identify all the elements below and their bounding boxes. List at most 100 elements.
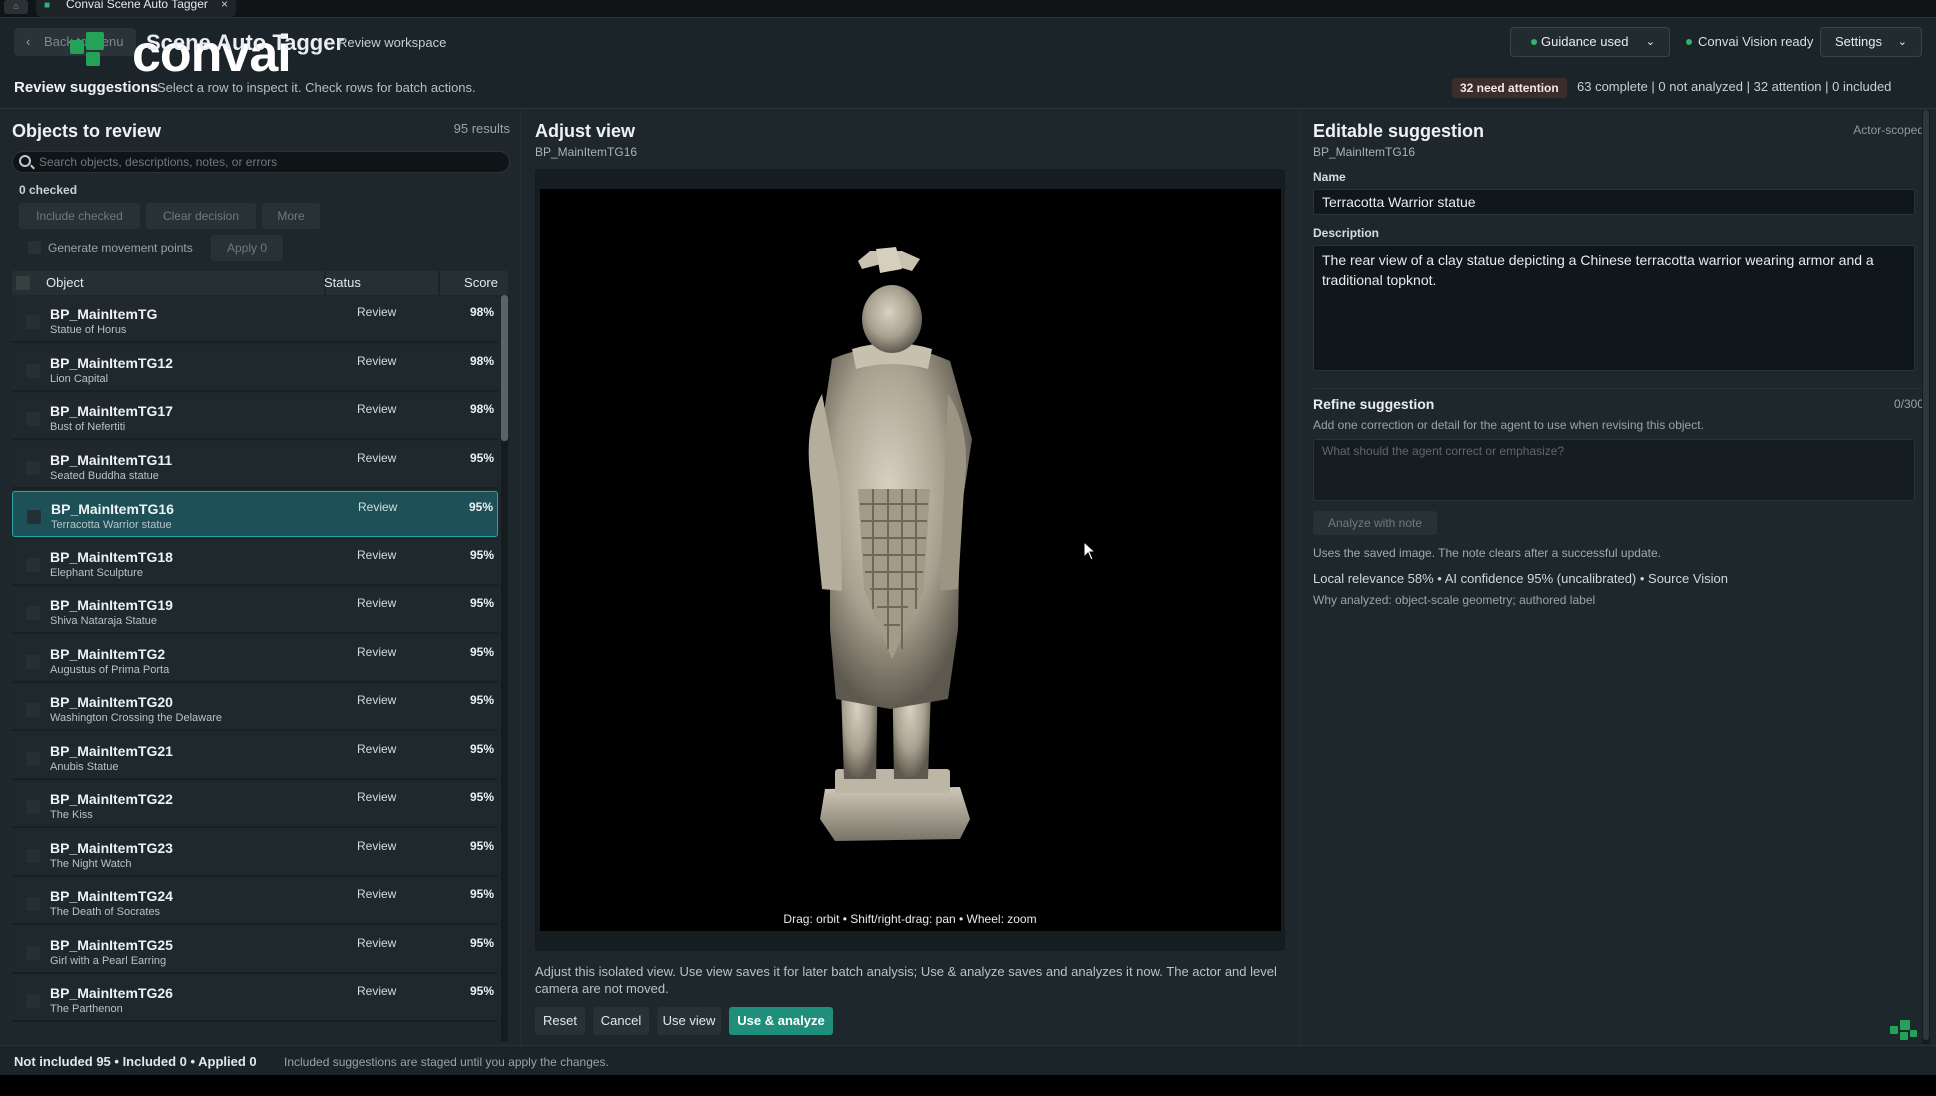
table-row[interactable]: BP_MainItemTG18 Elephant Sculpture Review 9… xyxy=(12,539,498,586)
row-checkbox[interactable] xyxy=(26,363,40,378)
search-box xyxy=(12,151,510,173)
table-row[interactable]: BP_MainItemTG11 Seated Buddha statue Revie… xyxy=(12,442,498,489)
movement-checkbox[interactable] xyxy=(28,241,41,254)
row-checkbox[interactable] xyxy=(26,751,40,766)
table-row[interactable]: BP_MainItemTG16 Terracotta Warrior statue… xyxy=(12,491,498,537)
row-checkbox[interactable] xyxy=(26,315,40,329)
row-checkbox[interactable] xyxy=(26,654,40,669)
scope-label: Actor-scoped xyxy=(1853,123,1924,137)
scrollbar-thumb[interactable] xyxy=(1923,110,1929,1040)
column-score[interactable]: Score xyxy=(440,271,500,295)
table-row[interactable]: BP_MainItemTG21 Anubis Statue Review 95% xyxy=(12,733,498,780)
status-dot-icon xyxy=(1686,39,1692,45)
vision-status-label: Convai Vision ready xyxy=(1698,34,1814,49)
description-textarea[interactable]: The rear view of a clay statue depicting… xyxy=(1313,245,1915,371)
row-status: Review xyxy=(357,353,397,368)
table-row[interactable]: BP_MainItemTG17 Bust of Nefertiti Review 98… xyxy=(12,394,498,440)
guidance-dropdown[interactable]: Guidance used ⌄ xyxy=(1510,27,1670,57)
row-status: Review xyxy=(357,596,397,610)
row-status: Review xyxy=(357,935,397,950)
analyze-with-note-button[interactable]: Analyze with note xyxy=(1313,511,1437,535)
row-checkbox[interactable] xyxy=(26,557,40,572)
table-row[interactable]: BP_MainItemTG Statue of Horus Review 98% xyxy=(12,297,498,343)
relevance-info: Local relevance 58% • AI confidence 95% … xyxy=(1313,571,1728,586)
use-analyze-button[interactable]: Use & analyze xyxy=(729,1007,833,1035)
checked-count: 0 checked xyxy=(19,183,78,197)
table-row[interactable]: BP_MainItemTG23 The Night Watch Review 95% xyxy=(12,830,498,877)
footer-hint: Included suggestions are staged until yo… xyxy=(284,1055,609,1069)
row-status: Review xyxy=(357,838,397,853)
row-object-description: Shiva Nataraja Statue xyxy=(50,615,158,627)
row-checkbox[interactable] xyxy=(26,606,40,620)
convai-logo-icon xyxy=(70,32,122,72)
row-object-description: Girl with a Pearl Earring xyxy=(50,954,167,967)
row-object-name: BP_MainItemTG12 xyxy=(50,354,173,371)
include-checked-button[interactable]: Include checked xyxy=(19,203,140,229)
table-scrollbar[interactable] xyxy=(501,295,508,1041)
row-checkbox[interactable] xyxy=(26,848,40,863)
table-row[interactable]: BP_MainItemTG22 The Kiss Review 95% xyxy=(12,782,498,828)
system-menu-icon[interactable]: ⌂ xyxy=(4,0,28,14)
bottom-bar xyxy=(0,1075,1936,1096)
row-checkbox[interactable] xyxy=(26,945,40,960)
refine-note-input[interactable]: What should the agent correct or emphasi… xyxy=(1313,439,1915,501)
tab-scene-auto-tagger[interactable]: ■ Convai Scene Auto Tagger × xyxy=(36,0,236,17)
row-checkbox[interactable] xyxy=(26,412,40,426)
3d-viewport[interactable]: Drag: orbit • Shift/right-drag: pan • Wh… xyxy=(540,189,1281,931)
scrollbar-thumb[interactable] xyxy=(501,295,508,441)
use-view-button[interactable]: Use view xyxy=(657,1007,721,1035)
row-score: 95% xyxy=(469,984,494,998)
column-object[interactable]: Object xyxy=(36,271,326,295)
column-status[interactable]: Status xyxy=(316,271,440,295)
status-footer: Not included 95 • Included 0 • Applied 0… xyxy=(0,1045,1936,1075)
row-object-description: The Parthenon xyxy=(50,1003,123,1015)
clear-decision-button[interactable]: Clear decision xyxy=(146,203,256,229)
row-checkbox[interactable] xyxy=(27,510,41,524)
adjust-hint: Adjust this isolated view. Use view save… xyxy=(535,964,1277,996)
table-row[interactable]: BP_MainItemTG25 Girl with a Pearl Earring… xyxy=(12,927,498,974)
summary-stats: 63 complete | 0 not analyzed | 32 attent… xyxy=(1577,79,1892,94)
settings-dropdown[interactable]: Settings ⌄ xyxy=(1820,27,1922,57)
table-row[interactable]: BP_MainItemTG2 Augustus of Prima Porta Rev… xyxy=(12,636,498,683)
page-title: Scene Auto Tagger xyxy=(146,30,345,55)
table-row[interactable]: BP_MainItemTG19 Shiva Nataraja Statue Revi… xyxy=(12,588,498,634)
movement-label: Generate movement points xyxy=(48,241,193,255)
movement-points-toggle[interactable]: Generate movement points xyxy=(28,241,193,255)
row-object-description: Anubis Statue xyxy=(50,760,119,773)
row-object-description: Elephant Sculpture xyxy=(50,566,143,579)
review-hint: Select a row to inspect it. Check rows f… xyxy=(157,80,476,95)
adjust-view-panel: Adjust view BP_MainItemTG16 Drag: orbit … xyxy=(520,108,1300,1045)
row-checkbox[interactable] xyxy=(26,897,40,911)
workspace-label: Review workspace xyxy=(338,35,447,50)
viewport-frame: Drag: orbit • Shift/right-drag: pan • Wh… xyxy=(535,169,1285,951)
more-button[interactable]: More xyxy=(262,203,320,229)
table-row[interactable]: BP_MainItemTG26 The Parthenon Review 95% xyxy=(12,976,498,1022)
attention-badge[interactable]: 32 need attention xyxy=(1452,78,1567,98)
row-score: 95% xyxy=(469,838,494,853)
row-checkbox[interactable] xyxy=(26,800,40,814)
tab-close-icon[interactable]: × xyxy=(221,0,228,10)
row-score: 95% xyxy=(469,450,494,465)
table-row[interactable]: BP_MainItemTG12 Lion Capital Review 98% xyxy=(12,345,498,392)
row-status: Review xyxy=(357,887,397,901)
cancel-button[interactable]: Cancel xyxy=(593,1007,649,1035)
search-input[interactable] xyxy=(39,152,499,172)
right-panel-scrollbar[interactable] xyxy=(1922,110,1930,1044)
name-input[interactable] xyxy=(1313,189,1915,215)
row-checkbox[interactable] xyxy=(26,703,40,717)
row-checkbox[interactable] xyxy=(26,994,40,1008)
row-checkbox[interactable] xyxy=(26,460,40,475)
convai-logo-icon xyxy=(1890,1020,1918,1042)
chevron-down-icon: ⌄ xyxy=(1645,36,1655,48)
row-score: 95% xyxy=(468,500,493,514)
editable-subtitle: BP_MainItemTG16 xyxy=(1313,145,1416,159)
reset-button[interactable]: Reset xyxy=(535,1007,585,1035)
divider xyxy=(1313,388,1927,389)
table-row[interactable]: BP_MainItemTG20 Washington Crossing the D… xyxy=(12,685,498,731)
row-object-name: BP_MainItemTG26 xyxy=(50,985,173,1001)
select-all-checkbox[interactable] xyxy=(16,276,30,290)
row-object-description: Seated Buddha statue xyxy=(50,469,159,482)
apply-button[interactable]: Apply 0 xyxy=(211,235,283,261)
table-row[interactable]: BP_MainItemTG24 The Death of Socrates Revi… xyxy=(12,879,498,925)
row-status: Review xyxy=(357,305,397,319)
